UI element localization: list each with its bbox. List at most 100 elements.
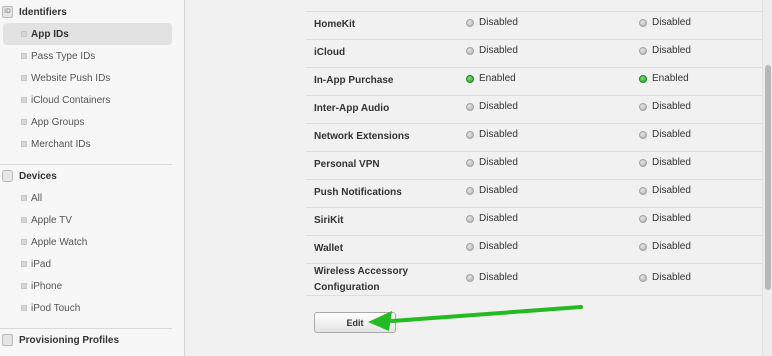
bullet-icon: [21, 239, 27, 245]
bullet-icon: [21, 31, 27, 37]
devices-section-header[interactable]: Devices: [0, 165, 185, 187]
sidebar-item-label: App IDs: [31, 28, 69, 40]
id-card-icon: ID: [2, 6, 13, 18]
development-status: Disabled: [466, 272, 518, 283]
service-name: Personal VPN: [314, 159, 380, 170]
sidebar-item-label: Pass Type IDs: [31, 50, 96, 62]
status-dot-icon: [466, 186, 474, 195]
sidebar-item-app-ids[interactable]: App IDs: [3, 23, 172, 45]
bullet-icon: [21, 97, 27, 103]
bullet-icon: [21, 119, 27, 125]
edit-button[interactable]: Edit: [314, 312, 396, 333]
status-text: Disabled: [652, 241, 691, 252]
development-status: Disabled: [466, 45, 518, 56]
sidebar-item-label: Website Push IDs: [31, 72, 111, 84]
sidebar-item-ipod-touch[interactable]: iPod Touch: [3, 297, 172, 319]
sidebar-item-apple-watch[interactable]: Apple Watch: [3, 231, 172, 253]
bullet-icon: [21, 53, 27, 59]
bullet-icon: [21, 141, 27, 147]
distribution-status: Disabled: [639, 185, 691, 196]
status-text: Disabled: [479, 101, 518, 112]
sidebar-item-merchant-ids[interactable]: Merchant IDs: [3, 133, 172, 155]
sidebar-item-app-groups[interactable]: App Groups: [3, 111, 172, 133]
sidebar-item-label: All: [31, 192, 43, 204]
status-text: Disabled: [652, 45, 691, 56]
status-text: Disabled: [652, 157, 691, 168]
status-dot-icon: [466, 242, 474, 251]
sidebar: ID Identifiers App IDs Pass Type IDs Web…: [0, 0, 185, 356]
service-name: Wireless Accessory Configuration: [314, 266, 409, 293]
service-name: Push Notifications: [314, 187, 402, 198]
distribution-status: Disabled: [639, 45, 691, 56]
distribution-status: Disabled: [639, 129, 691, 140]
status-text: Enabled: [479, 73, 516, 84]
status-dot-icon: [639, 242, 647, 251]
status-text: Disabled: [652, 101, 691, 112]
sidebar-item-label: App Groups: [31, 116, 85, 128]
sidebar-item-all[interactable]: All: [3, 187, 172, 209]
distribution-status: Disabled: [639, 101, 691, 112]
status-dot-icon: [466, 46, 474, 55]
distribution-status: Disabled: [639, 157, 691, 168]
identifiers-section-header[interactable]: ID Identifiers: [0, 1, 185, 23]
sidebar-item-icloud-containers[interactable]: iCloud Containers: [3, 89, 172, 111]
development-status: Disabled: [466, 17, 518, 28]
document-icon: [2, 334, 13, 346]
table-row: HomeKit Disabled Disabled: [306, 11, 766, 39]
service-name: Inter-App Audio: [314, 103, 390, 114]
table-row: Personal VPN Disabled Disabled: [306, 151, 766, 179]
status-text: Disabled: [479, 157, 518, 168]
status-text: Disabled: [479, 45, 518, 56]
service-name: HomeKit: [314, 19, 356, 30]
vertical-scrollbar[interactable]: [762, 0, 772, 356]
device-icon: [2, 170, 13, 182]
provisioning-section-header[interactable]: Provisioning Profiles: [0, 329, 185, 351]
sidebar-item-label: Apple Watch: [31, 236, 88, 248]
development-status: Disabled: [466, 129, 518, 140]
bullet-icon: [21, 217, 27, 223]
status-dot-icon: [466, 214, 474, 223]
table-row: Network Extensions Disabled Disabled: [306, 123, 766, 151]
sidebar-item-iphone[interactable]: iPhone: [3, 275, 172, 297]
development-status: Disabled: [466, 185, 518, 196]
distribution-status: Disabled: [639, 17, 691, 28]
sidebar-item-website-push-ids[interactable]: Website Push IDs: [3, 67, 172, 89]
scrollbar-thumb[interactable]: [765, 65, 771, 290]
table-row: iCloud Disabled Disabled: [306, 39, 766, 67]
sidebar-item-label: iPod Touch: [31, 302, 81, 314]
sidebar-item-pass-type-ids[interactable]: Pass Type IDs: [3, 45, 172, 67]
status-dot-icon: [466, 273, 474, 282]
status-dot-icon: [639, 214, 647, 223]
status-dot-icon: [466, 18, 474, 27]
bullet-icon: [21, 75, 27, 81]
distribution-status: Enabled: [639, 73, 689, 84]
distribution-status: Disabled: [639, 213, 691, 224]
development-status: Enabled: [466, 73, 516, 84]
status-text: Enabled: [652, 73, 689, 84]
status-dot-icon: [639, 18, 647, 27]
sidebar-item-apple-tv[interactable]: Apple TV: [3, 209, 172, 231]
sidebar-item-ipad[interactable]: iPad: [3, 253, 172, 275]
status-dot-icon: [639, 273, 647, 282]
service-name: iCloud: [314, 47, 346, 58]
table-row: Push Notifications Disabled Disabled: [306, 179, 766, 207]
development-status: Disabled: [466, 101, 518, 112]
status-text: Disabled: [652, 185, 691, 196]
development-status: Disabled: [466, 213, 518, 224]
sidebar-item-label: Merchant IDs: [31, 138, 91, 150]
status-dot-icon: [639, 74, 647, 83]
service-name: Network Extensions: [314, 131, 410, 142]
development-status: Disabled: [466, 157, 518, 168]
service-name: SiriKit: [314, 215, 344, 226]
table-row: Wallet Disabled Disabled: [306, 235, 766, 263]
main-content: HomeKit Disabled Disabled iCloud Disable…: [186, 0, 772, 356]
section-title: Identifiers: [19, 6, 67, 18]
table-row: SiriKit Disabled Disabled: [306, 207, 766, 235]
service-name: In-App Purchase: [314, 75, 394, 86]
status-text: Disabled: [479, 213, 518, 224]
status-text: Disabled: [479, 241, 518, 252]
sidebar-item-label: Apple TV: [31, 214, 72, 226]
status-dot-icon: [639, 102, 647, 111]
sidebar-item-label: iPad: [31, 258, 52, 270]
status-dot-icon: [639, 46, 647, 55]
